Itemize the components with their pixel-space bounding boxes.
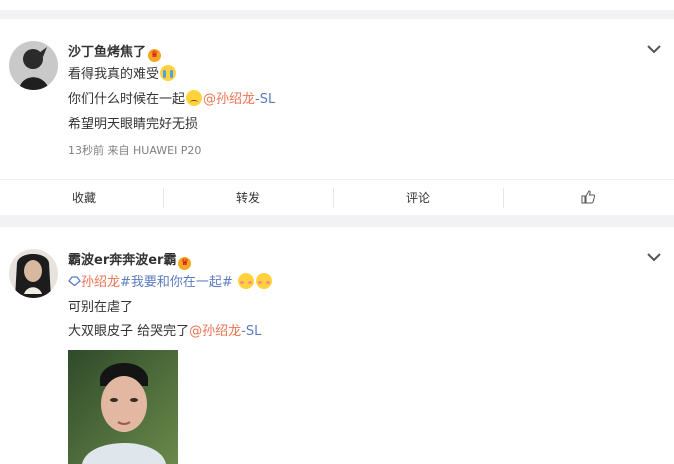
repost-button[interactable]: 转发 <box>164 180 332 216</box>
weibo-post-card: 沙丁鱼烤焦了 ♛ 看得我真的难受 你们什么时候在一起 @孙绍龙-SL 希望明天眼睛完… <box>0 19 674 215</box>
like-icon <box>581 190 596 204</box>
weibo-post-card: 霸波er奔奔波er霸 ♛ 孙绍龙#我要和你在一起# 可别在虐了 大双眼皮子 给哭完… <box>0 227 674 464</box>
previous-card-bottom <box>0 0 674 10</box>
mention-suffix[interactable]: -SL <box>241 324 261 339</box>
post-text-line: 你们什么时候在一起 @孙绍龙-SL <box>68 90 276 107</box>
shy-emoji <box>255 273 272 289</box>
chevron-down-icon[interactable] <box>646 41 662 57</box>
topic-link[interactable]: #我要和你在一起# <box>120 275 233 290</box>
post-meta: 13秒前 来自 HUAWEI P20 <box>68 144 202 157</box>
sad-emoji <box>186 90 203 106</box>
action-bar: 收藏 转发 评论 <box>0 179 674 216</box>
crying-emoji <box>160 65 177 81</box>
username[interactable]: 霸波er奔奔波er霸 ♛ <box>68 249 192 270</box>
like-button[interactable] <box>504 180 672 216</box>
username[interactable]: 沙丁鱼烤焦了 ♛ <box>68 41 162 62</box>
mention-link[interactable]: @孙绍龙 <box>203 92 255 107</box>
post-text-line: 可别在虐了 <box>68 300 134 315</box>
crown-icon: ♛ <box>178 257 192 270</box>
avatar[interactable] <box>9 249 58 298</box>
mention-suffix[interactable]: -SL <box>255 92 275 107</box>
username-text[interactable]: 沙丁鱼烤焦了 <box>68 45 146 60</box>
mention-link[interactable]: @孙绍龙 <box>189 324 241 339</box>
crown-icon: ♛ <box>148 49 162 62</box>
user-link[interactable]: 孙绍龙 <box>81 275 120 290</box>
post-text-line: 大双眼皮子 给哭完了@孙绍龙-SL <box>68 324 262 339</box>
username-text[interactable]: 霸波er奔奔波er霸 <box>68 253 176 268</box>
post-text-line: 看得我真的难受 <box>68 65 177 84</box>
avatar[interactable] <box>9 41 58 90</box>
topic-line: 孙绍龙#我要和你在一起# <box>68 273 273 292</box>
post-image[interactable] <box>68 350 178 464</box>
post-text-line: 希望明天眼睛完好无损 <box>68 117 199 132</box>
chevron-down-icon[interactable] <box>646 249 662 265</box>
shy-emoji <box>237 273 254 289</box>
comment-button[interactable]: 评论 <box>334 180 502 216</box>
favorite-button[interactable]: 收藏 <box>0 180 168 216</box>
link-icon <box>68 276 81 287</box>
